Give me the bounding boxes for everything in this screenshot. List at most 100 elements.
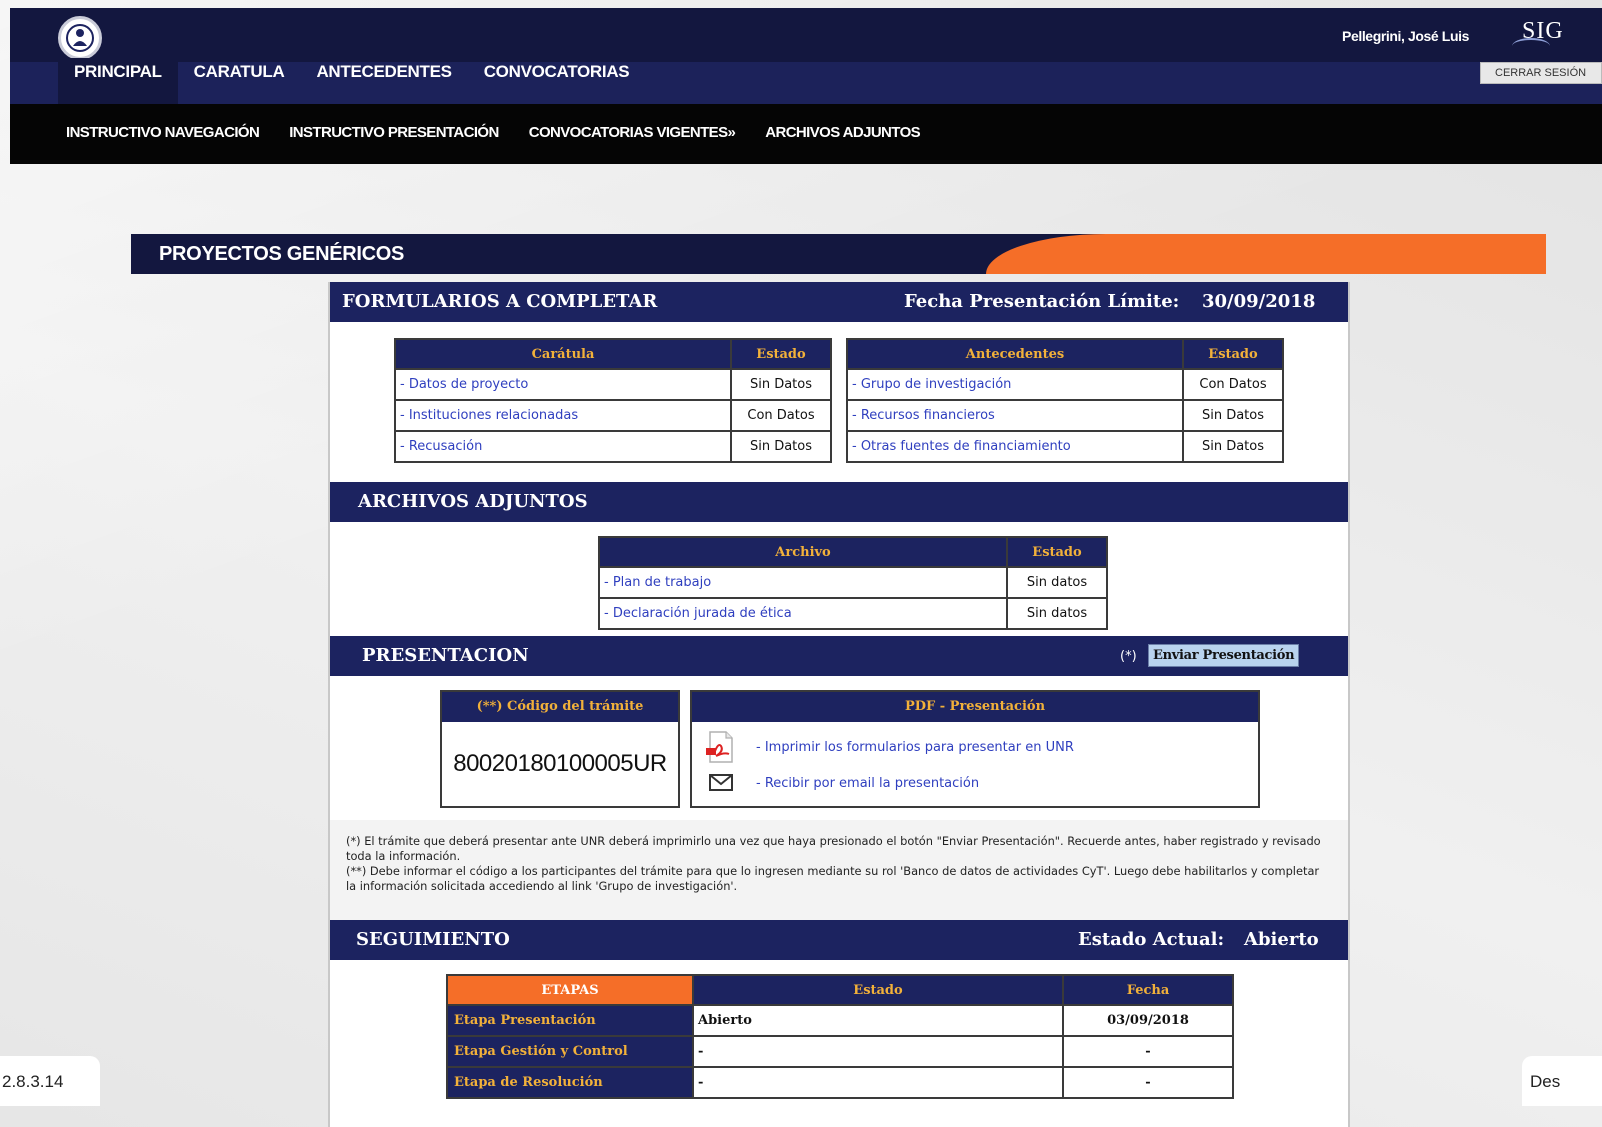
main-panel: FORMULARIOS A COMPLETAR Fecha Presentaci… — [328, 282, 1350, 1127]
top-navbar: PRINCIPAL CARATULA ANTECEDENTES CONVOCAT… — [10, 8, 1602, 104]
archivos-title: ARCHIVOS ADJUNTOS — [358, 491, 588, 512]
deadline-value: 30/09/2018 — [1202, 291, 1316, 312]
university-logo[interactable] — [58, 16, 102, 60]
status-cell: Sin datos — [1006, 566, 1108, 599]
archivos-table: Archivo Estado - Plan de trabajo Sin dat… — [598, 536, 1108, 630]
table-row: - Recusación Sin Datos — [394, 430, 832, 463]
status-cell: Sin Datos — [730, 368, 832, 401]
seguimiento-header: SEGUIMIENTO Estado Actual: Abierto — [330, 920, 1348, 960]
sub-navbar: INSTRUCTIVO NAVEGACIÓN INSTRUCTIVO PRESE… — [10, 104, 1602, 164]
antecedentes-header: Antecedentes — [846, 338, 1184, 370]
pdf-presentacion-box: PDF - Presentación - Imprimir los formul… — [690, 690, 1260, 808]
presentacion-header: PRESENTACION (*) Enviar Presentación — [330, 636, 1348, 676]
codigo-tramite-box: (**) Código del trámite 80020180100005UR — [440, 690, 680, 808]
antecedentes-table: Antecedentes Estado - Grupo de investiga… — [846, 338, 1284, 463]
sig-logo: SIG — [1522, 18, 1564, 44]
tab-antecedentes[interactable]: ANTECEDENTES — [300, 58, 467, 104]
tab-convocatorias[interactable]: CONVOCATORIAS — [468, 58, 646, 104]
etapa-fecha: 03/09/2018 — [1062, 1004, 1234, 1037]
table-row: Etapa de Resolución - - — [446, 1066, 1234, 1099]
send-note-marker: (*) — [1120, 649, 1137, 664]
archivo-header: Archivo — [598, 536, 1008, 568]
link-instituciones-relacionadas[interactable]: - Instituciones relacionadas — [394, 399, 732, 432]
pdf-header: PDF - Presentación — [692, 692, 1258, 722]
note-enviar: (*) El trámite que deberá presentar ante… — [346, 834, 1321, 863]
estado-actual-value: Abierto — [1244, 929, 1319, 950]
link-plan-trabajo[interactable]: - Plan de trabajo — [598, 566, 1008, 599]
status-cell: Con Datos — [1182, 368, 1284, 401]
email-presentation-label: - Recibir por email la presentación — [756, 775, 980, 791]
email-presentation-link[interactable]: - Recibir por email la presentación — [704, 772, 979, 794]
table-row: Etapa Presentación Abierto 03/09/2018 — [446, 1004, 1234, 1037]
version-label: 2.8.3.14 — [0, 1056, 100, 1106]
status-cell: Sin Datos — [730, 430, 832, 463]
main-tabs: PRINCIPAL CARATULA ANTECEDENTES CONVOCAT… — [58, 58, 645, 104]
etapa-estado: - — [692, 1035, 1064, 1068]
link-otras-fuentes[interactable]: - Otras fuentes de financiamiento — [846, 430, 1184, 463]
etapa-name: Etapa Presentación — [446, 1004, 694, 1037]
university-seal-icon — [66, 24, 94, 52]
etapas-estado-header: Estado — [692, 974, 1064, 1006]
archivo-status-header: Estado — [1006, 536, 1108, 568]
heading-orange-accent — [986, 234, 1546, 274]
print-forms-link[interactable]: - Imprimir los formularios para presenta… — [704, 730, 1074, 764]
archivos-header: ARCHIVOS ADJUNTOS — [330, 482, 1348, 522]
status-cell: Sin Datos — [1182, 399, 1284, 432]
deadline-label: Fecha Presentación Límite: — [904, 291, 1180, 312]
tab-principal[interactable]: PRINCIPAL — [58, 58, 178, 104]
seguimiento-title: SEGUIMIENTO — [356, 929, 510, 950]
link-datos-proyecto[interactable]: - Datos de proyecto — [394, 368, 732, 401]
etapa-estado: Abierto — [692, 1004, 1064, 1037]
table-row: - Plan de trabajo Sin datos — [598, 566, 1108, 599]
link-declaracion-etica[interactable]: - Declaración jurada de ética — [598, 597, 1008, 630]
estado-actual-label: Estado Actual: — [1078, 929, 1225, 950]
etapas-fecha-header: Fecha — [1062, 974, 1234, 1006]
table-row: - Declaración jurada de ética Sin datos — [598, 597, 1108, 630]
formularios-header: FORMULARIOS A COMPLETAR Fecha Presentaci… — [330, 282, 1348, 322]
presentation-notes: (*) El trámite que deberá presentar ante… — [330, 820, 1348, 920]
etapa-fecha: - — [1062, 1035, 1234, 1068]
etapa-estado: - — [692, 1066, 1064, 1099]
envelope-icon — [709, 774, 733, 791]
table-row: - Instituciones relacionadas Con Datos — [394, 399, 832, 432]
table-row: - Otras fuentes de financiamiento Sin Da… — [846, 430, 1284, 463]
user-name: Pellegrini, José Luis — [1342, 28, 1469, 44]
status-cell: Con Datos — [730, 399, 832, 432]
app-frame: PRINCIPAL CARATULA ANTECEDENTES CONVOCAT… — [10, 8, 1602, 1127]
table-row: - Datos de proyecto Sin Datos — [394, 368, 832, 401]
etapas-table: ETAPAS Estado Fecha Etapa Presentación A… — [446, 974, 1234, 1099]
caratula-table: Carátula Estado - Datos de proyecto Sin … — [394, 338, 832, 463]
subnav-archivos-adjuntos[interactable]: ARCHIVOS ADJUNTOS — [765, 124, 920, 141]
antecedentes-status-header: Estado — [1182, 338, 1284, 370]
link-recusacion[interactable]: - Recusación — [394, 430, 732, 463]
footer-right-label: Des — [1522, 1056, 1602, 1106]
enviar-presentacion-button[interactable]: Enviar Presentación — [1148, 644, 1300, 667]
pdf-icon — [706, 731, 733, 763]
subnav-instructivo-presentacion[interactable]: INSTRUCTIVO PRESENTACIÓN — [289, 124, 499, 141]
caratula-header: Carátula — [394, 338, 732, 370]
note-codigo: (**) Debe informar el código a los parti… — [346, 864, 1320, 893]
etapas-header: ETAPAS — [446, 974, 694, 1006]
caratula-status-header: Estado — [730, 338, 832, 370]
codigo-value: 80020180100005UR — [453, 750, 667, 777]
status-cell: Sin datos — [1006, 597, 1108, 630]
presentacion-title: PRESENTACION — [362, 645, 529, 666]
page-title: PROYECTOS GENÉRICOS — [159, 243, 405, 265]
link-recursos-financieros[interactable]: - Recursos financieros — [846, 399, 1184, 432]
logout-button[interactable]: CERRAR SESIÓN — [1480, 62, 1602, 84]
etapa-fecha: - — [1062, 1066, 1234, 1099]
etapa-name: Etapa Gestión y Control — [446, 1035, 694, 1068]
formularios-title: FORMULARIOS A COMPLETAR — [342, 291, 658, 312]
status-cell: Sin Datos — [1182, 430, 1284, 463]
print-forms-label: - Imprimir los formularios para presenta… — [756, 739, 1074, 755]
page-heading-band: PROYECTOS GENÉRICOS — [131, 234, 1546, 274]
table-row: - Recursos financieros Sin Datos — [846, 399, 1284, 432]
subnav-convocatorias-vigentes[interactable]: CONVOCATORIAS VIGENTES» — [529, 124, 736, 141]
etapa-name: Etapa de Resolución — [446, 1066, 694, 1099]
table-row: Etapa Gestión y Control - - — [446, 1035, 1234, 1068]
subnav-instructivo-navegacion[interactable]: INSTRUCTIVO NAVEGACIÓN — [66, 124, 260, 141]
table-row: - Grupo de investigación Con Datos — [846, 368, 1284, 401]
tab-caratula[interactable]: CARATULA — [178, 58, 301, 104]
codigo-header: (**) Código del trámite — [442, 692, 678, 722]
link-grupo-investigacion[interactable]: - Grupo de investigación — [846, 368, 1184, 401]
